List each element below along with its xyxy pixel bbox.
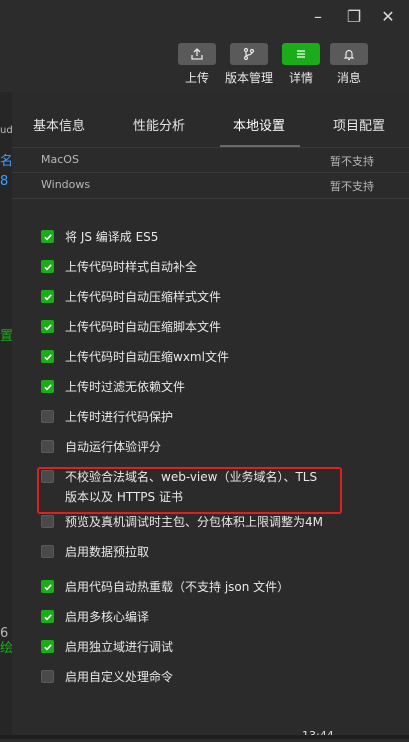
checkbox-unchecked[interactable] (41, 410, 54, 423)
option-row[interactable]: 启用多核心编译 (41, 607, 149, 627)
option-row[interactable]: 预览及真机调试时主包、分包体积上限调整为4M (41, 512, 323, 532)
option-label-line: 上传代码时自动压缩wxml文件 (65, 350, 229, 364)
checkbox-checked[interactable] (41, 230, 54, 243)
option-label-line: 上传代码时自动压缩样式文件 (65, 290, 222, 304)
checkbox-checked[interactable] (41, 640, 54, 653)
option-label-line: 启用自定义处理命令 (65, 670, 174, 684)
option-label-line: 启用代码自动热重载（不支持 json 文件） (65, 580, 290, 594)
option-label-line: 上传时进行代码保护 (65, 410, 174, 424)
minimize-button[interactable]: – (306, 4, 330, 28)
checkbox-checked[interactable] (41, 580, 54, 593)
checkmark-icon (43, 353, 52, 361)
editor-fragment: 8 (0, 174, 9, 189)
messages-button[interactable] (330, 43, 368, 65)
tab-local-settings[interactable]: 本地设置 (233, 115, 285, 134)
highlight-box (37, 467, 342, 514)
option-label-line: 将 JS 编译成 ES5 (65, 230, 159, 244)
taskbar (0, 735, 409, 739)
option-label-line: 启用独立域进行调试 (65, 640, 174, 654)
option-row[interactable]: 上传代码时自动压缩样式文件 (41, 287, 221, 307)
tab-basic-info[interactable]: 基本信息 (33, 115, 85, 134)
checkmark-icon (43, 613, 52, 621)
option-label-line: 上传代码时自动压缩脚本文件 (65, 320, 222, 334)
checkmark-icon (43, 643, 52, 651)
env-row-windows: Windows 暂不支持 (12, 172, 409, 198)
details-button[interactable] (282, 43, 320, 65)
option-row[interactable]: 启用代码自动热重载（不支持 json 文件） (41, 577, 289, 597)
option-label-line: 启用多核心编译 (65, 610, 150, 624)
option-label: 启用数据预拉取 (65, 542, 149, 562)
option-label: 将 JS 编译成 ES5 (65, 227, 158, 247)
env-row-macos: MacOS 暂不支持 (12, 147, 409, 173)
checkmark-icon (43, 383, 52, 391)
menu-icon (297, 50, 305, 58)
upload-button[interactable] (178, 43, 216, 65)
option-label: 预览及真机调试时主包、分包体积上限调整为4M (65, 512, 323, 532)
checkmark-icon (43, 233, 52, 241)
option-row[interactable]: 自动运行体验评分 (41, 437, 161, 457)
option-row[interactable]: 启用自定义处理命令 (41, 667, 173, 687)
version-control-button[interactable] (230, 43, 268, 65)
divider (12, 198, 409, 199)
option-row[interactable]: 上传代码时自动压缩wxml文件 (41, 347, 229, 367)
checkmark-icon (43, 293, 52, 301)
option-label: 上传代码时自动压缩样式文件 (65, 287, 221, 307)
option-label: 启用独立域进行调试 (65, 637, 173, 657)
option-row[interactable]: 上传代码时样式自动补全 (41, 257, 197, 277)
messages-label: 消息 (336, 71, 361, 85)
option-row[interactable]: 上传时进行代码保护 (41, 407, 173, 427)
option-label: 自动运行体验评分 (65, 437, 161, 457)
checkmark-icon (43, 583, 52, 591)
checkmark-icon (43, 323, 52, 331)
env-status: 暂不支持 (330, 180, 374, 193)
env-name: Windows (41, 178, 91, 191)
editor-fragment: ud (0, 125, 13, 136)
option-row[interactable]: 上传代码时自动压缩脚本文件 (41, 317, 221, 337)
option-row[interactable]: 启用数据预拉取 (41, 542, 149, 562)
option-label-line: 上传代码时样式自动补全 (65, 260, 198, 274)
option-row[interactable]: 上传时过滤无依赖文件 (41, 377, 185, 397)
option-label: 启用代码自动热重载（不支持 json 文件） (65, 577, 289, 597)
option-label: 上传代码时自动压缩wxml文件 (65, 347, 229, 367)
option-label: 上传时过滤无依赖文件 (65, 377, 185, 397)
checkbox-checked[interactable] (41, 290, 54, 303)
option-label: 上传时进行代码保护 (65, 407, 173, 427)
checkbox-checked[interactable] (41, 350, 54, 363)
maximize-button[interactable]: ❐ (342, 4, 366, 28)
tab-project-config[interactable]: 项目配置 (333, 115, 385, 134)
option-row[interactable]: 启用独立域进行调试 (41, 637, 173, 657)
version-control-label: 版本管理 (224, 71, 273, 85)
branch-icon (243, 47, 255, 61)
details-tabs: 基本信息 性能分析 本地设置 项目配置 (12, 92, 409, 148)
option-row[interactable]: 将 JS 编译成 ES5 (41, 227, 158, 247)
option-label: 上传代码时样式自动补全 (65, 257, 197, 277)
option-label-line: 上传时过滤无依赖文件 (65, 380, 186, 394)
checkbox-unchecked[interactable] (41, 440, 54, 453)
checkbox-unchecked[interactable] (41, 545, 54, 558)
close-button[interactable]: ✕ (376, 4, 400, 28)
upload-icon (191, 48, 203, 60)
checkbox-unchecked[interactable] (41, 515, 54, 528)
option-label-line: 启用数据预拉取 (65, 545, 150, 559)
option-label: 上传代码时自动压缩脚本文件 (65, 317, 221, 337)
checkbox-checked[interactable] (41, 610, 54, 623)
upload-label: 上传 (184, 71, 209, 85)
details-panel: 基本信息 性能分析 本地设置 项目配置 MacOS 暂不支持 Windows 暂… (12, 92, 409, 739)
option-label: 启用自定义处理命令 (65, 667, 173, 687)
checkbox-checked[interactable] (41, 320, 54, 333)
option-label-line: 预览及真机调试时主包、分包体积上限调整为4M (65, 515, 323, 529)
option-label: 启用多核心编译 (65, 607, 149, 627)
env-name: MacOS (41, 153, 79, 166)
bell-icon (343, 49, 355, 61)
checkbox-checked[interactable] (41, 260, 54, 273)
checkbox-unchecked[interactable] (41, 670, 54, 683)
checkmark-icon (43, 263, 52, 271)
env-status: 暂不支持 (330, 155, 374, 168)
option-label-line: 自动运行体验评分 (65, 440, 162, 454)
tab-performance[interactable]: 性能分析 (133, 115, 185, 134)
checkbox-checked[interactable] (41, 380, 54, 393)
